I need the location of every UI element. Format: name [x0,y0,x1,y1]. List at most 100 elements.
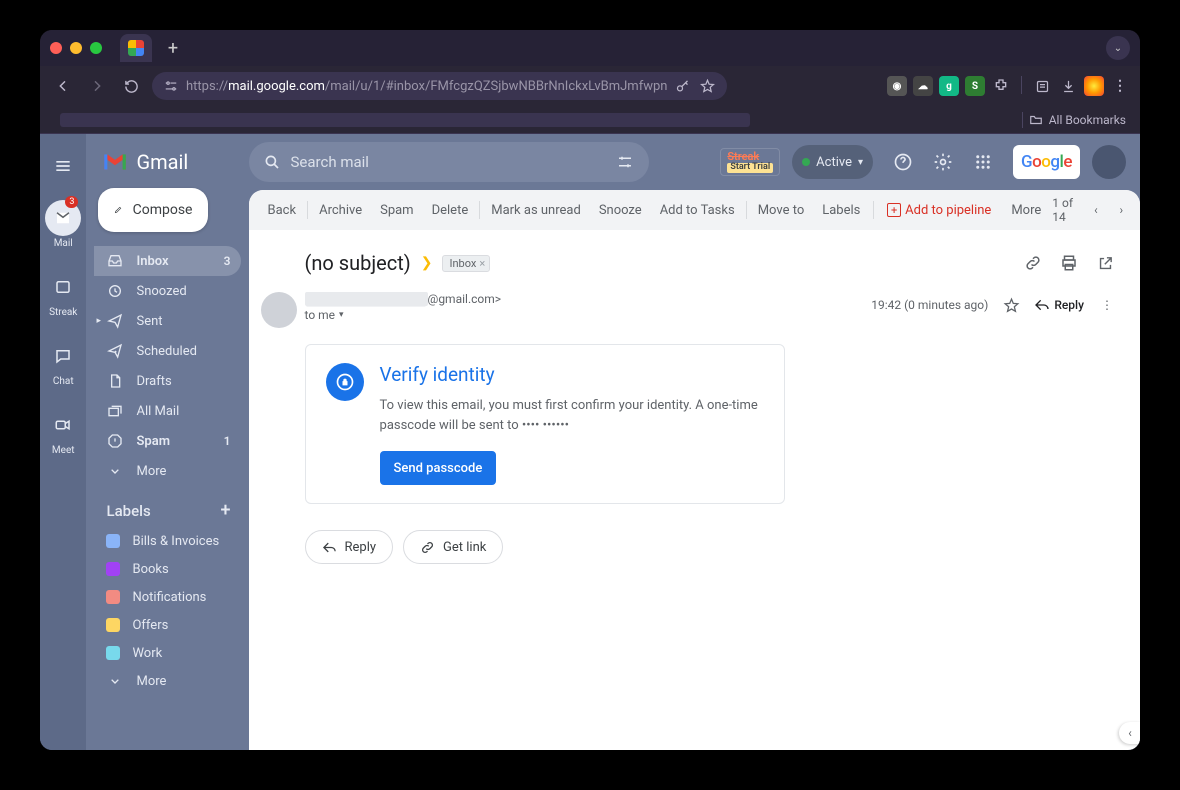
toolbar-back[interactable]: Back [259,190,306,230]
nav-label: Spam [136,434,170,449]
message-more-button[interactable]: ⋮ [1094,292,1120,318]
gmail-app: 3 Mail Streak Chat Meet Gmail [40,134,1140,750]
label-text: More [136,674,166,689]
extension-icon[interactable]: ☁ [913,76,933,96]
nav-snoozed[interactable]: Snoozed [94,276,240,306]
search-options-button[interactable] [609,146,641,178]
recipient-row[interactable]: to me▾ [305,308,860,322]
next-message-button[interactable]: › [1113,198,1130,222]
label-bills---invoices[interactable]: Bills & Invoices [94,527,240,555]
nav-spam[interactable]: Spam1 [94,426,240,456]
important-marker-icon[interactable]: ❯ [421,255,433,271]
status-pill[interactable]: Active ▾ [792,145,873,179]
label-books[interactable]: Books [94,555,240,583]
support-button[interactable] [885,144,921,180]
reply-button[interactable]: Reply [305,530,394,564]
profile-avatar[interactable] [1084,76,1104,96]
minimize-window-button[interactable] [70,42,82,54]
downloads-icon[interactable] [1058,76,1078,96]
google-logo[interactable]: Google [1013,145,1080,179]
sender-avatar[interactable] [261,292,297,328]
add-label-button[interactable]: + [221,500,231,521]
tab-overflow-button[interactable]: ⌄ [1106,36,1130,60]
toolbar-labels[interactable]: Labels [813,190,869,230]
main-menu-button[interactable] [43,146,83,186]
extension-icon[interactable]: ◉ [887,76,907,96]
print-button[interactable] [1054,248,1084,278]
compose-button[interactable]: Compose [98,188,208,232]
key-icon[interactable] [675,79,690,94]
nav-back-button[interactable] [50,73,76,99]
nav-label: All Mail [136,404,179,419]
sender-address: ██████████████@gmail.com> [305,292,860,306]
get-link-button[interactable]: Get link [403,530,503,564]
all-bookmarks-button[interactable]: All Bookmarks [1049,113,1126,127]
extension-icon[interactable]: S [965,76,985,96]
bookmark-star-icon[interactable] [700,79,715,94]
side-panel-toggle[interactable]: ‹ [1119,722,1140,744]
reply-button-top[interactable]: Reply [1034,292,1084,318]
rail-meet[interactable]: Meet [40,401,86,462]
nav-scheduled[interactable]: Scheduled [94,336,240,366]
search-input[interactable] [291,153,599,171]
toolbar-delete[interactable]: Delete [423,190,478,230]
open-new-window-button[interactable] [1090,248,1120,278]
chevron-down-icon: ▾ [339,310,344,320]
gmail-logo[interactable]: Gmail [94,146,240,188]
add-to-pipeline-button[interactable]: +Add to pipeline [878,190,1000,230]
toolbar-archive[interactable]: Archive [310,190,371,230]
label-offers[interactable]: Offers [94,611,240,639]
label-more[interactable]: More [94,667,240,695]
rail-chat[interactable]: Chat [40,332,86,393]
label-work[interactable]: Work [94,639,240,667]
nav-more[interactable]: More [94,456,240,486]
close-window-button[interactable] [50,42,62,54]
gmail-favicon [128,40,144,56]
label-swatch [106,590,120,604]
nav-drafts[interactable]: Drafts [94,366,240,396]
browser-tabstrip: + ⌄ [40,30,1140,66]
streak-badge[interactable]: Streak Start Trial [720,148,780,176]
label-swatch [106,562,120,576]
settings-button[interactable] [925,144,961,180]
copy-link-button[interactable] [1018,248,1048,278]
getlink-label: Get link [443,540,486,555]
reading-list-icon[interactable] [1032,76,1052,96]
send-passcode-button[interactable]: Send passcode [380,451,497,485]
inbox-chip[interactable]: Inbox× [442,255,490,272]
maximize-window-button[interactable] [90,42,102,54]
rail-mail[interactable]: 3 Mail [40,194,86,255]
star-button[interactable] [998,292,1024,318]
nav-label: Snoozed [136,284,186,299]
toolbar-spam[interactable]: Spam [371,190,423,230]
nav-inbox[interactable]: Inbox3 [94,246,240,276]
new-tab-button[interactable]: + [160,35,186,61]
label-notifications[interactable]: Notifications [94,583,240,611]
reload-button[interactable] [118,73,144,99]
toolbar-move-to[interactable]: Move to [749,190,814,230]
reply-icon [322,540,337,555]
address-bar[interactable]: https://mail.google.com/mail/u/1/#inbox/… [152,72,727,100]
account-avatar[interactable] [1092,145,1126,179]
browser-tab[interactable] [120,34,152,62]
verify-identity-card: Verify identity To view this email, you … [305,344,785,504]
toolbar-mark-as-unread[interactable]: Mark as unread [482,190,590,230]
site-settings-icon[interactable] [164,79,178,93]
extension-icon[interactable]: g [939,76,959,96]
reply-label: Reply [1054,298,1084,312]
label-swatch [106,534,120,548]
extensions-menu-icon[interactable] [991,76,1011,96]
more-toolbar-button[interactable]: More [1002,190,1050,230]
browser-menu-icon[interactable]: ⋮ [1110,76,1130,96]
toolbar-add-to-tasks[interactable]: Add to Tasks [651,190,744,230]
nav-all-mail[interactable]: All Mail [94,396,240,426]
nav-sent[interactable]: ▸Sent [94,306,240,336]
search-bar[interactable] [249,142,649,182]
bookmarks-bar: All Bookmarks [40,106,1140,134]
apps-button[interactable] [965,144,1001,180]
nav-forward-button[interactable] [84,73,110,99]
folder-icon [1029,113,1043,127]
prev-message-button[interactable]: ‹ [1087,198,1104,222]
rail-streak[interactable]: Streak [40,263,86,324]
toolbar-snooze[interactable]: Snooze [590,190,651,230]
